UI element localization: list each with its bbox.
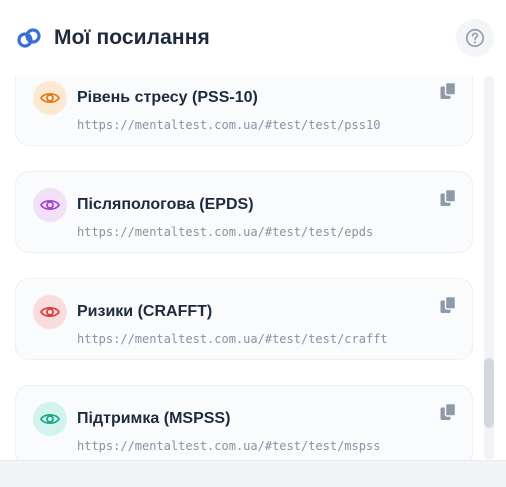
eye-icon-badge[interactable] bbox=[33, 402, 67, 436]
link-icon bbox=[17, 28, 41, 48]
link-title: Ризики (CRAFFT) bbox=[77, 303, 213, 320]
copy-icon bbox=[440, 295, 457, 313]
eye-icon-badge[interactable] bbox=[33, 295, 67, 329]
link-card[interactable]: Підтримка (MSPSS) https://mentaltest.com… bbox=[15, 385, 473, 460]
eye-icon bbox=[40, 199, 60, 211]
link-url: https://mentaltest.com.ua/#test/test/pss… bbox=[77, 118, 381, 132]
page-title: Мої посилання bbox=[54, 26, 210, 49]
eye-icon bbox=[40, 92, 60, 104]
eye-icon-badge[interactable] bbox=[33, 81, 67, 115]
link-title: Післяпологова (EPDS) bbox=[77, 196, 254, 213]
scrollbar-thumb[interactable] bbox=[484, 358, 494, 428]
link-url: https://mentaltest.com.ua/#test/test/msp… bbox=[77, 439, 381, 453]
eye-icon bbox=[40, 413, 60, 425]
link-url: https://mentaltest.com.ua/#test/test/cra… bbox=[77, 332, 388, 346]
panel-header: Мої посилання bbox=[0, 0, 506, 76]
link-card[interactable]: Рівень стресу (PSS-10) https://mentaltes… bbox=[15, 76, 473, 146]
copy-button[interactable] bbox=[436, 293, 460, 317]
eye-icon bbox=[40, 306, 60, 318]
copy-button[interactable] bbox=[436, 186, 460, 210]
links-list[interactable]: Рівень стресу (PSS-10) https://mentaltes… bbox=[0, 76, 506, 460]
copy-button[interactable] bbox=[436, 79, 460, 103]
links-panel: Мої посилання Рівень стресу (PSS-10) htt… bbox=[0, 0, 506, 487]
link-card[interactable]: Післяпологова (EPDS) https://mentaltest.… bbox=[15, 171, 473, 253]
help-button[interactable] bbox=[456, 19, 494, 57]
link-url: https://mentaltest.com.ua/#test/test/epd… bbox=[77, 225, 374, 239]
copy-icon bbox=[440, 81, 457, 99]
copy-icon bbox=[440, 188, 457, 206]
scrollbar-track[interactable] bbox=[484, 76, 494, 460]
link-title: Підтримка (MSPSS) bbox=[77, 410, 231, 427]
copy-button[interactable] bbox=[436, 400, 460, 424]
link-title: Рівень стресу (PSS-10) bbox=[77, 89, 258, 106]
link-card[interactable]: Ризики (CRAFFT) https://mentaltest.com.u… bbox=[15, 278, 473, 360]
panel-footer bbox=[0, 460, 506, 487]
copy-icon bbox=[440, 402, 457, 420]
eye-icon-badge[interactable] bbox=[33, 188, 67, 222]
question-circle-icon bbox=[465, 28, 485, 48]
